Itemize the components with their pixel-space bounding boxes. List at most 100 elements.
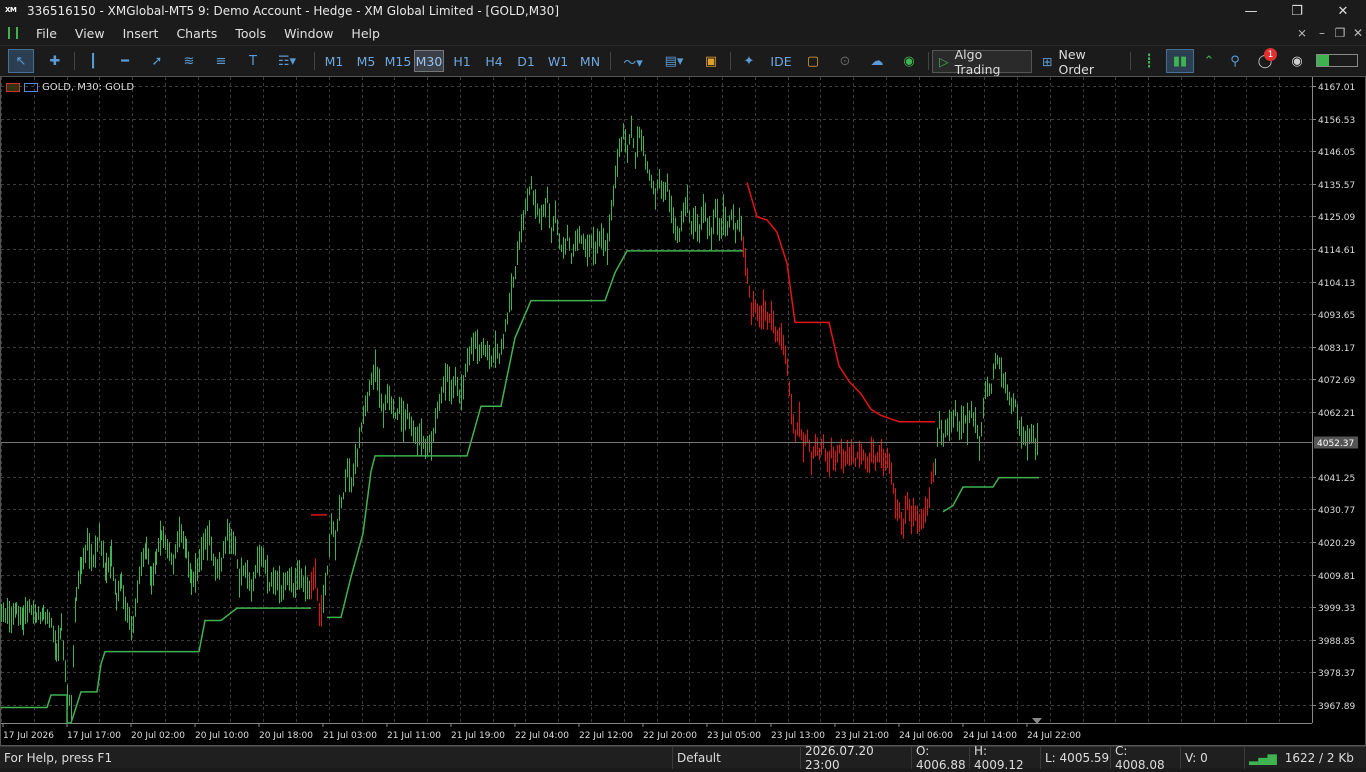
price-chart[interactable]: 4167.01 4156.53 4146.05 4135.57 4125.09 4114.…: [1, 77, 1365, 745]
time-label: 24 Jul 22:00: [1027, 731, 1081, 741]
notification-badge: 1: [1264, 48, 1277, 61]
bar-chart-icon[interactable]: ┋: [1138, 49, 1160, 73]
menu-window[interactable]: Window: [276, 26, 343, 41]
tf-m5[interactable]: M5: [352, 50, 380, 72]
notifications-icon[interactable]: ◯ 1: [1252, 48, 1278, 73]
time-label: 22 Jul 12:00: [579, 731, 633, 741]
price-label: 4083.17: [1318, 344, 1355, 354]
app-logo: XM: [5, 5, 17, 14]
chart-props-icon: [24, 83, 38, 92]
new-order-button[interactable]: ⊞ New Order: [1036, 47, 1128, 77]
tf-d1[interactable]: D1: [512, 50, 540, 72]
status-open: O: 4006.88: [911, 744, 969, 772]
status-profile[interactable]: Default: [672, 747, 800, 769]
price-label: 3967.89: [1318, 702, 1355, 712]
line-chart-icon[interactable]: ⌃: [1198, 49, 1220, 73]
indicators-icon[interactable]: ▤▾: [656, 49, 692, 73]
time-label: 23 Jul 05:00: [707, 731, 761, 741]
supertrend-line: [942, 476, 1039, 513]
minimize-icon[interactable]: —: [1228, 0, 1274, 22]
time-label: 21 Jul 03:00: [323, 731, 377, 741]
algo-trading-label: Algo Trading: [954, 46, 1001, 77]
status-help: For Help, press F1: [4, 751, 113, 765]
market-bag-icon[interactable]: ▢: [800, 49, 826, 73]
time-label: 24 Jul 14:00: [963, 731, 1017, 741]
time-label: 22 Jul 04:00: [515, 731, 569, 741]
time-label: 21 Jul 19:00: [451, 731, 505, 741]
status-datetime: 2026.07.20 23:00: [800, 744, 898, 772]
vertical-line-icon[interactable]: ┃: [80, 49, 106, 73]
mdi-restore-icon[interactable]: ❐: [1330, 22, 1350, 44]
time-label: 22 Jul 20:00: [643, 731, 697, 741]
fibonacci-icon[interactable]: ≡: [208, 49, 234, 73]
tf-w1[interactable]: W1: [544, 50, 572, 72]
mdi-close-icon[interactable]: ✕: [1348, 22, 1366, 44]
status-close: C: 4008.08: [1110, 744, 1180, 772]
candlestick-icon[interactable]: ▮▮: [1166, 49, 1194, 73]
time-label: 20 Jul 10:00: [195, 731, 249, 741]
search-icon[interactable]: ⚲: [1224, 49, 1246, 73]
price-label: 4093.65: [1318, 311, 1355, 321]
price-label: 4062.21: [1318, 409, 1355, 419]
tf-mn[interactable]: MN: [576, 50, 604, 72]
price-label: 4041.25: [1318, 474, 1355, 484]
price-label: 4135.57: [1318, 181, 1355, 191]
tf-m30[interactable]: M30: [414, 50, 444, 72]
chart-type-icon[interactable]: 〜▾: [616, 49, 650, 73]
status-high: H: 4009.12: [969, 744, 1040, 772]
supertrend-line: [1, 607, 311, 724]
globe-icon[interactable]: ◉: [896, 49, 922, 73]
menu-tools[interactable]: Tools: [227, 26, 276, 41]
menu-charts[interactable]: Charts: [168, 26, 227, 41]
tf-h1[interactable]: H1: [448, 50, 476, 72]
menu-help[interactable]: Help: [343, 26, 390, 41]
price-label: 4114.61: [1318, 246, 1355, 256]
sparkle-icon[interactable]: ✦: [736, 49, 762, 73]
account-icon[interactable]: ◉: [1286, 49, 1308, 73]
dollar-icon[interactable]: ▣: [698, 49, 724, 73]
plus-icon: ⊞: [1042, 54, 1053, 69]
time-label: 17 Jul 17:00: [67, 731, 121, 741]
menu-insert[interactable]: Insert: [115, 26, 169, 41]
time-label: 23 Jul 21:00: [835, 731, 889, 741]
connection-meter: [1316, 54, 1358, 67]
status-traffic[interactable]: ▂▄▆ 1622 / 2 Kb: [1244, 747, 1366, 769]
new-order-label: New Order: [1058, 46, 1095, 77]
restore-icon[interactable]: ❐: [1274, 0, 1320, 22]
menu-view[interactable]: View: [67, 26, 115, 41]
horizontal-line-icon[interactable]: ━: [112, 49, 138, 73]
menu-file[interactable]: File: [28, 26, 67, 41]
chart-window[interactable]: 4167.01 4156.53 4146.05 4135.57 4125.09 4114.…: [0, 76, 1366, 746]
price-label: 3988.85: [1318, 637, 1355, 647]
cursor-icon[interactable]: ↖: [8, 49, 34, 73]
text-tool-icon[interactable]: T: [240, 49, 266, 73]
time-label: 23 Jul 13:00: [771, 731, 825, 741]
vps-cloud-icon[interactable]: ☁: [864, 49, 890, 73]
window-title: 336516150 - XMGlobal-MT5 9: Demo Account…: [27, 4, 560, 18]
crosshair-icon[interactable]: ✚: [42, 49, 68, 73]
price-label: 4072.69: [1318, 376, 1355, 386]
status-traffic-text: 1622 / 2 Kb: [1284, 751, 1354, 765]
mdi-pin-icon[interactable]: ⨯: [1292, 22, 1312, 44]
price-label: 4156.53: [1318, 116, 1355, 126]
channel-icon[interactable]: ≋: [176, 49, 202, 73]
mdi-minimize-icon[interactable]: –: [1312, 22, 1332, 44]
status-bar: For Help, press F1 Default 2026.07.20 23…: [0, 744, 1366, 772]
supertrend-line: [327, 250, 743, 619]
algo-trading-button[interactable]: ▷ Algo Trading: [932, 47, 1032, 77]
trendline-icon[interactable]: ➚: [144, 49, 170, 73]
chart-window-icon: [6, 83, 20, 92]
price-label: 4167.01: [1318, 83, 1355, 93]
tf-h4[interactable]: H4: [480, 50, 508, 72]
close-icon[interactable]: ✕: [1320, 0, 1366, 22]
supertrend-line: [746, 182, 935, 423]
time-label: 17 Jul 2026: [3, 731, 54, 741]
shapes-dropdown-icon[interactable]: ☶▾: [268, 49, 306, 73]
current-price-label: 4052.37: [1317, 439, 1354, 449]
tf-m1[interactable]: M1: [320, 50, 348, 72]
price-label: 4125.09: [1318, 213, 1355, 223]
status-low: L: 4005.59: [1040, 747, 1110, 769]
signal-icon[interactable]: ⊙: [832, 49, 858, 73]
tf-m15[interactable]: M15: [382, 50, 414, 72]
ide-button[interactable]: IDE: [766, 49, 796, 73]
